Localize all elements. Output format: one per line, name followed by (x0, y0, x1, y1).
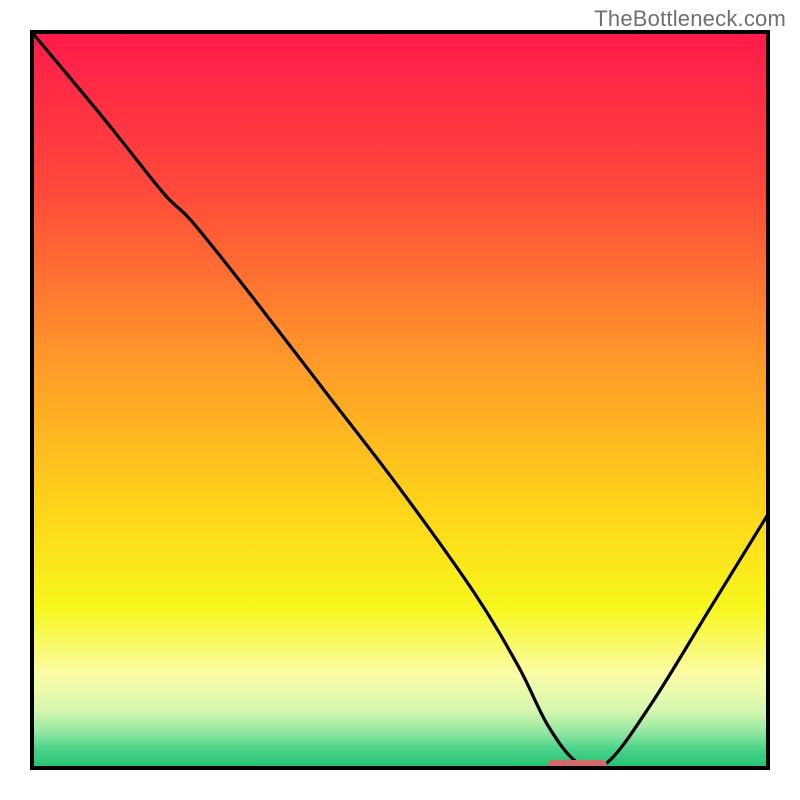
chart-plot-area (30, 30, 770, 770)
minimum-marker (548, 760, 607, 770)
watermark-text: TheBottleneck.com (594, 6, 786, 32)
bottleneck-curve (30, 30, 770, 770)
